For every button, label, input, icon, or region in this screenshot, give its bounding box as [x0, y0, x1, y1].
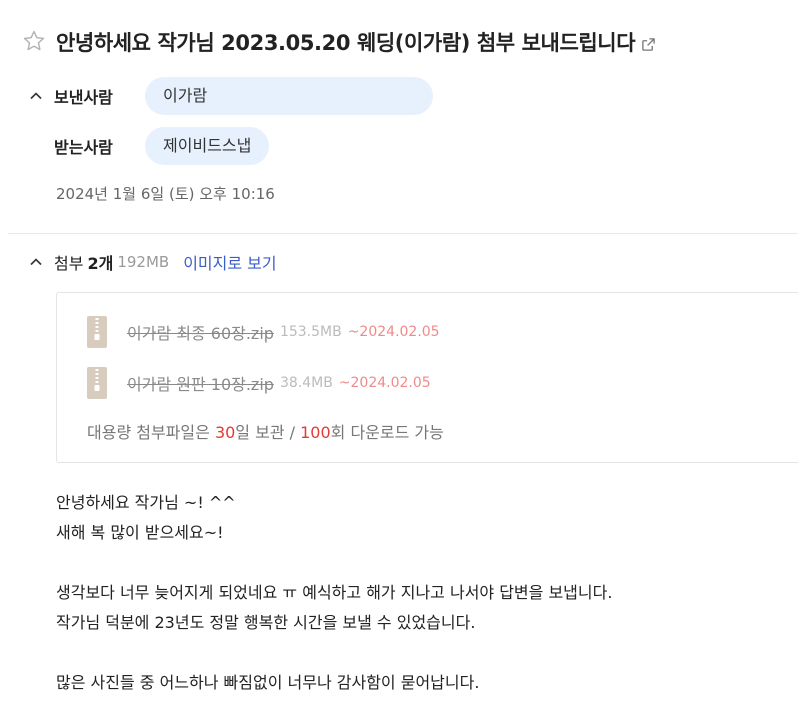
download-limit: 100 — [300, 423, 331, 442]
body-line: 생각보다 너무 늦어지게 되었네요 ㅠ 예식하고 해가 지나고 나서야 답변을 … — [56, 583, 613, 602]
recipient-chip[interactable]: 제이비드스냅 — [145, 127, 270, 165]
chevron-up-icon[interactable] — [28, 254, 44, 270]
divider — [8, 233, 798, 234]
attachment-item[interactable]: 이가람 원판 10장.zip 38.4MB ~2024.02.05 — [87, 366, 431, 400]
sender-label: 보낸사람 — [54, 88, 113, 107]
attachment-box: 이가람 최종 60장.zip 153.5MB ~2024.02.05 이가람 원… — [56, 292, 798, 463]
sender-row: 보낸사람 이가람 — [28, 77, 433, 115]
attachment-expiry: ~2024.02.05 — [347, 324, 440, 340]
attachment-size: 38.4MB — [279, 375, 333, 391]
attachments-size: 192MB — [117, 253, 170, 271]
attachments-label: 첨부 — [54, 254, 84, 273]
body-line — [56, 638, 612, 668]
large-attachment-note: 대용량 첨부파일은 30일 보관 / 100회 다운로드 가능 — [87, 419, 444, 443]
recipient-label: 받는사람 — [54, 138, 113, 157]
note-text: 일 보관 / — [235, 423, 301, 442]
email-body: 안녕하세요 작가님 ~! ^^ 새해 복 많이 받으세요~! 생각보다 너무 늦… — [56, 488, 612, 698]
zip-file-icon — [87, 367, 107, 399]
attachment-name[interactable]: 이가람 원판 10장.zip — [127, 371, 274, 395]
retention-days: 30 — [214, 423, 236, 442]
body-line: 새해 복 많이 받으세요~! — [56, 523, 224, 542]
chevron-up-icon[interactable] — [28, 88, 44, 104]
body-line: 작가님 덕분에 23년도 정말 행복한 시간을 보낼 수 있었습니다. — [56, 613, 476, 632]
attachment-name[interactable]: 이가람 최종 60장.zip — [127, 320, 274, 344]
sent-date: 2024년 1월 6일 (토) 오후 10:16 — [56, 185, 275, 203]
recipient-row: 받는사람 제이비드스냅 — [28, 127, 270, 165]
subject-text: 안녕하세요 작가님 2023.05.20 웨딩(이가람) 첨부 보내드립니다 — [56, 31, 636, 55]
attachments-count: 2개 — [87, 254, 114, 273]
note-text: 회 다운로드 가능 — [330, 423, 444, 442]
email-subject: 안녕하세요 작가님 2023.05.20 웨딩(이가람) 첨부 보내드립니다 — [56, 27, 656, 57]
body-line — [56, 548, 612, 578]
attachment-expiry: ~2024.02.05 — [338, 375, 431, 391]
attachments-header: 첨부 2개 192MB 이미지로 보기 — [28, 250, 277, 274]
attachment-item[interactable]: 이가람 최종 60장.zip 153.5MB ~2024.02.05 — [87, 315, 440, 349]
star-icon[interactable] — [22, 29, 46, 53]
view-as-image-link[interactable]: 이미지로 보기 — [183, 250, 276, 274]
zip-file-icon — [87, 316, 107, 348]
attachment-size: 153.5MB — [279, 324, 342, 340]
note-text: 대용량 첨부파일은 — [87, 423, 215, 442]
body-line: 안녕하세요 작가님 ~! ^^ — [56, 493, 236, 512]
external-link-icon[interactable] — [641, 37, 656, 52]
body-line: 많은 사진들 중 어느하나 빠짐없이 너무나 감사함이 묻어납니다. — [56, 673, 480, 692]
sender-chip[interactable]: 이가람 — [145, 77, 433, 115]
